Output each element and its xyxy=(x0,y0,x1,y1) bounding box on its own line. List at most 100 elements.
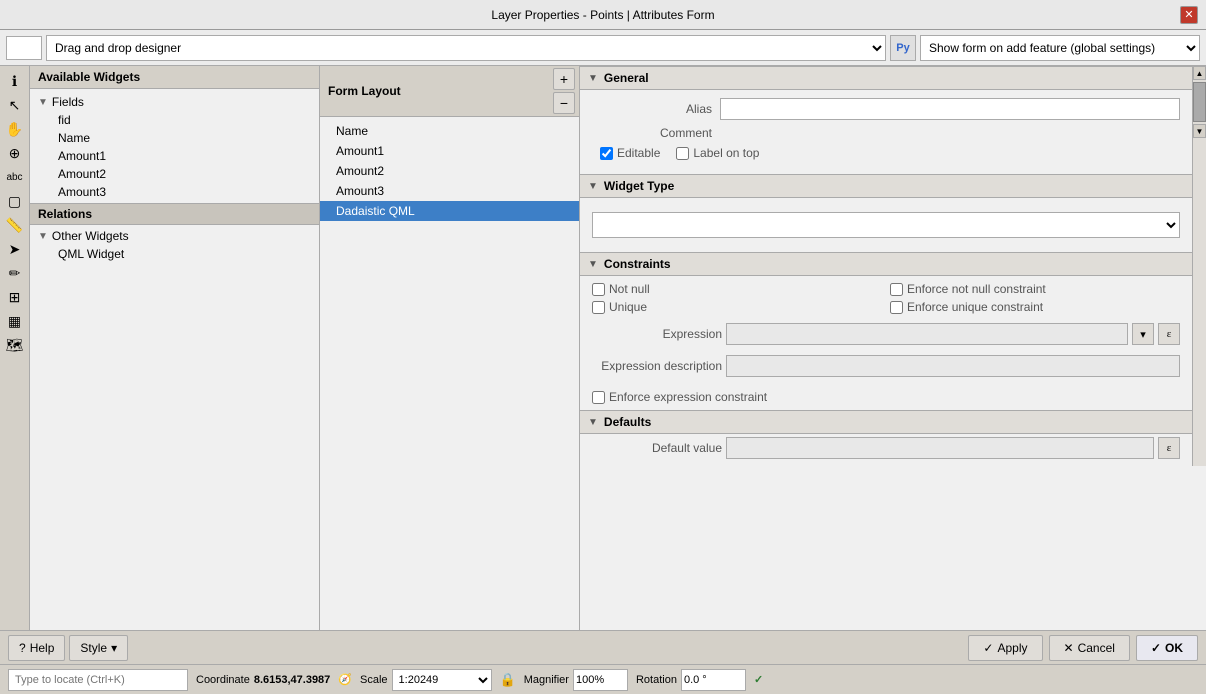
status-bar: Coordinate 8.6153,47.3987 🧭 Scale 1:2024… xyxy=(0,664,1206,694)
bottom-left: ? Help Style ▾ xyxy=(8,635,128,661)
constraints-section-header: ▼ Constraints xyxy=(580,252,1192,276)
arrow-icon[interactable]: ➤ xyxy=(4,238,26,260)
tree-fields-parent[interactable]: ▼ Fields xyxy=(30,93,319,111)
form-item-dadaistic-qml[interactable]: Dadaistic QML xyxy=(320,201,579,221)
info-icon[interactable]: ℹ xyxy=(4,70,26,92)
expression-edit-btn[interactable]: ε xyxy=(1158,323,1180,345)
add-item-button[interactable]: + xyxy=(553,68,575,90)
help-label: Help xyxy=(30,641,55,655)
locate-search-input[interactable] xyxy=(8,669,188,691)
ok-button[interactable]: ✓ OK xyxy=(1136,635,1198,661)
not-null-checkbox[interactable] xyxy=(592,283,605,296)
toolbar-search-input[interactable] xyxy=(6,36,42,60)
widget-type-select[interactable] xyxy=(592,212,1180,238)
name-label: Name xyxy=(58,131,90,145)
cancel-label: Cancel xyxy=(1078,641,1115,655)
style-arrow-icon: ▾ xyxy=(111,641,117,655)
checkbox-row: Editable Label on top xyxy=(592,146,1180,160)
main-content: ℹ ↖ ✋ ⊕ abc ▢ 📏 ➤ ✏ ⊞ ▦ 🗺 Available Widg… xyxy=(0,66,1206,630)
coordinate-value: 8.6153,47.3987 xyxy=(254,674,330,686)
enforce-expression-label: Enforce expression constraint xyxy=(592,390,882,404)
coordinate-item: Coordinate 8.6153,47.3987 xyxy=(196,674,330,686)
alias-row: Alias xyxy=(592,98,1180,120)
form-layout-panel: Form Layout + − Name Amount1 Amount2 Amo… xyxy=(320,66,580,630)
cursor-icon[interactable]: ↖ xyxy=(4,94,26,116)
available-widgets-header: Available Widgets xyxy=(30,66,319,89)
other-widgets-label: Other Widgets xyxy=(52,229,129,243)
properties-scrollable: ▼ General Alias Comment xyxy=(580,66,1206,466)
tree-amount3[interactable]: Amount3 xyxy=(30,183,319,201)
apply-icon: ✓ xyxy=(983,641,993,655)
not-null-text: Not null xyxy=(609,282,650,296)
scroll-down-btn[interactable]: ▼ xyxy=(1193,124,1206,138)
default-value-edit-btn[interactable]: ε xyxy=(1158,437,1180,459)
constraints-checkboxes: Not null Enforce not null constraint Uni… xyxy=(580,276,1192,320)
unique-checkbox[interactable] xyxy=(592,301,605,314)
enforce-expression-checkbox[interactable] xyxy=(592,391,605,404)
scale-select[interactable]: 1:20249 xyxy=(392,669,492,691)
tree-amount1[interactable]: Amount1 xyxy=(30,147,319,165)
tree-fid[interactable]: fid xyxy=(30,111,319,129)
tree-qml-widget[interactable]: QML Widget xyxy=(30,245,319,263)
general-props: Alias Comment Editable xyxy=(580,90,1192,174)
magnifier-input[interactable] xyxy=(573,669,628,691)
default-value-input[interactable] xyxy=(726,437,1154,459)
remove-item-button[interactable]: − xyxy=(553,92,575,114)
abc-icon[interactable]: abc xyxy=(4,166,26,188)
expression-input[interactable] xyxy=(726,323,1128,345)
edit-pen-icon[interactable]: ✏ xyxy=(4,262,26,284)
form-layout-toolbar: Form Layout + − xyxy=(320,66,579,117)
properties-scrollbar[interactable]: ▲ ▼ xyxy=(1192,66,1206,466)
close-button[interactable]: ✕ xyxy=(1180,6,1198,24)
rotation-input[interactable] xyxy=(681,669,746,691)
apply-button[interactable]: ✓ Apply xyxy=(968,635,1042,661)
form-item-amount1[interactable]: Amount1 xyxy=(320,141,579,161)
comment-row: Comment xyxy=(592,126,1180,140)
expression-label: Expression xyxy=(592,327,722,341)
tree-relations-section[interactable]: Relations xyxy=(30,203,319,225)
tree-other-widgets-parent[interactable]: ▼ Other Widgets xyxy=(30,227,319,245)
designer-dropdown[interactable]: Drag and drop designer xyxy=(46,35,886,61)
tree-name[interactable]: Name xyxy=(30,129,319,147)
qml-widget-label: QML Widget xyxy=(58,247,124,261)
editable-checkbox[interactable] xyxy=(600,147,613,160)
widget-type-section-header: ▼ Widget Type xyxy=(580,174,1192,198)
alias-input[interactable] xyxy=(720,98,1180,120)
measure-icon[interactable]: 📏 xyxy=(4,214,26,236)
bottom-bar: ? Help Style ▾ ✓ Apply ✕ Cancel ✓ OK xyxy=(0,630,1206,664)
enforce-unique-checkbox[interactable] xyxy=(890,301,903,314)
layers-icon[interactable]: ⊞ xyxy=(4,286,26,308)
amount2-label: Amount2 xyxy=(58,167,106,181)
style-button[interactable]: Style ▾ xyxy=(69,635,128,661)
form-item-name[interactable]: Name xyxy=(320,121,579,141)
sep1: 🧭 xyxy=(338,673,352,686)
tree-amount2[interactable]: Amount2 xyxy=(30,165,319,183)
enforce-expression-row: Enforce expression constraint xyxy=(580,384,1192,410)
table-icon[interactable]: ▦ xyxy=(4,310,26,332)
form-item-amount3[interactable]: Amount3 xyxy=(320,181,579,201)
enforce-expression-text: Enforce expression constraint xyxy=(609,390,767,404)
enforce-not-null-checkbox[interactable] xyxy=(890,283,903,296)
label-on-top-checkbox[interactable] xyxy=(676,147,689,160)
show-form-dropdown[interactable]: Show form on add feature (global setting… xyxy=(920,35,1200,61)
select-rect-icon[interactable]: ▢ xyxy=(4,190,26,212)
help-button[interactable]: ? Help xyxy=(8,635,65,661)
scroll-up-btn[interactable]: ▲ xyxy=(1193,66,1206,80)
scroll-thumb[interactable] xyxy=(1193,82,1206,122)
defaults-section-header: ▼ Defaults xyxy=(580,410,1192,434)
widget-type-arrow: ▼ xyxy=(588,181,598,192)
expression-dropdown-btn[interactable]: ▾ xyxy=(1132,323,1154,345)
python-button[interactable]: Py xyxy=(890,35,916,61)
alias-label: Alias xyxy=(592,102,712,116)
label-on-top-label: Label on top xyxy=(693,146,759,160)
enforce-not-null-text: Enforce not null constraint xyxy=(907,282,1046,296)
amount1-label: Amount1 xyxy=(58,149,106,163)
pan-icon[interactable]: ✋ xyxy=(4,118,26,140)
cancel-button[interactable]: ✕ Cancel xyxy=(1049,635,1130,661)
zoom-icon[interactable]: ⊕ xyxy=(4,142,26,164)
map-icon[interactable]: 🗺 xyxy=(4,334,26,356)
form-item-amount2[interactable]: Amount2 xyxy=(320,161,579,181)
amount3-label: Amount3 xyxy=(58,185,106,199)
expression-description-input[interactable] xyxy=(726,355,1180,377)
default-value-label: Default value xyxy=(592,441,722,455)
